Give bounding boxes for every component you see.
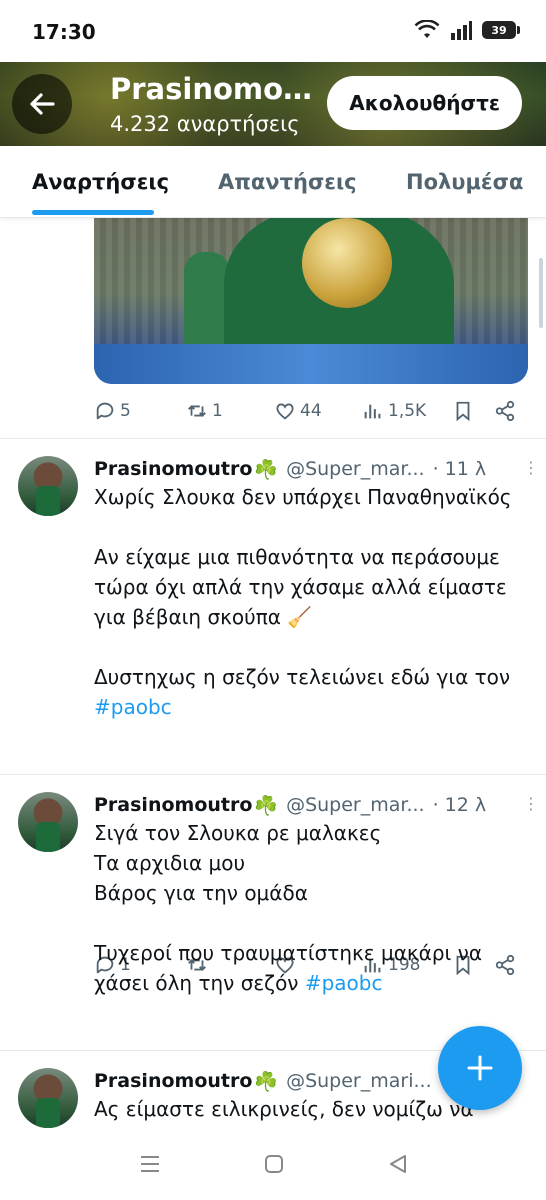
- views-icon: [364, 404, 381, 419]
- status-time: 17:30: [32, 20, 96, 44]
- tab-posts[interactable]: Αναρτήσεις: [32, 170, 169, 194]
- clover-emoji: ☘️: [254, 794, 279, 817]
- author-name[interactable]: Prasinomoutro: [94, 458, 252, 480]
- author-handle: @Super_mar...: [286, 458, 425, 480]
- author-handle: @Super_mari...: [286, 1070, 432, 1092]
- share-button[interactable]: [494, 400, 516, 422]
- profile-header: Prasinomoutro 4.232 αναρτήσεις Ακολουθήσ…: [0, 62, 546, 146]
- author-handle: @Super_mar...: [286, 794, 425, 816]
- compose-button[interactable]: [438, 1026, 522, 1110]
- scrollbar[interactable]: [539, 258, 543, 328]
- follow-button[interactable]: Ακολουθήστε: [327, 76, 522, 130]
- author-name[interactable]: Prasinomoutro: [94, 794, 252, 816]
- tweet-header: Prasinomoutro ☘️ @Super_mar... · 12 λ: [94, 790, 524, 820]
- reply-button[interactable]: 5: [94, 400, 131, 422]
- profile-name: Prasinomoutro: [110, 72, 320, 106]
- signal-icon: [451, 21, 472, 40]
- hashtag-link[interactable]: #paobc: [305, 971, 383, 995]
- system-nav-bar: [0, 1130, 546, 1200]
- divider: [0, 774, 546, 775]
- recents-icon[interactable]: [138, 1152, 162, 1176]
- arrow-left-icon: [30, 93, 55, 115]
- tweet-time[interactable]: · 11 λ: [433, 458, 487, 480]
- tweet-header: Prasinomoutro ☘️ @Super_mar... · 11 λ: [94, 454, 524, 484]
- bookmark-button[interactable]: [452, 400, 474, 422]
- status-bar: 17:30 39: [0, 0, 546, 62]
- tab-media[interactable]: Πολυμέσα: [406, 170, 523, 194]
- active-tab-indicator: [32, 210, 154, 215]
- share-icon: [495, 400, 515, 422]
- back-icon[interactable]: [386, 1152, 410, 1176]
- tweet-time[interactable]: · 12 λ: [433, 794, 487, 816]
- like-button[interactable]: 44: [274, 400, 322, 422]
- repost-button[interactable]: 1: [186, 400, 223, 422]
- bookmark-icon: [456, 401, 470, 422]
- tweet-text: Χωρίς Σλουκα δεν υπάρχει Παναθηναϊκός Αν…: [94, 485, 512, 719]
- profile-tabs: Αναρτήσεις Απαντήσεις Πολυμέσα: [0, 146, 546, 218]
- home-icon[interactable]: [262, 1152, 286, 1176]
- heart-icon: [276, 403, 294, 420]
- more-options-icon[interactable]: ⋮: [523, 458, 539, 477]
- plus-icon: [467, 1055, 493, 1081]
- more-options-icon[interactable]: ⋮: [523, 794, 539, 813]
- avatar[interactable]: [18, 1068, 78, 1128]
- tab-replies[interactable]: Απαντήσεις: [218, 170, 357, 194]
- post-actions: 5 1 44 1,5K: [94, 400, 520, 428]
- clover-emoji: ☘️: [254, 458, 279, 481]
- post-media-image[interactable]: [94, 218, 528, 384]
- avatar[interactable]: [18, 456, 78, 516]
- hashtag-link[interactable]: #paobc: [94, 695, 172, 719]
- back-button[interactable]: [12, 74, 72, 134]
- tweet-text: Σιγά τον Σλουκα ρε μαλακες Τα αρχιδια μο…: [94, 821, 483, 995]
- author-name[interactable]: Prasinomoutro: [94, 1070, 252, 1092]
- repost-icon: [188, 405, 206, 417]
- wifi-icon: [414, 20, 440, 38]
- post-count: 4.232 αναρτήσεις: [110, 112, 300, 136]
- reply-icon: [96, 402, 114, 420]
- divider: [0, 438, 546, 439]
- battery-icon: 39: [482, 21, 520, 39]
- avatar[interactable]: [18, 792, 78, 852]
- views-button[interactable]: 1,5K: [362, 400, 426, 422]
- clover-emoji: ☘️: [254, 1070, 279, 1093]
- status-icons: 39: [414, 20, 520, 40]
